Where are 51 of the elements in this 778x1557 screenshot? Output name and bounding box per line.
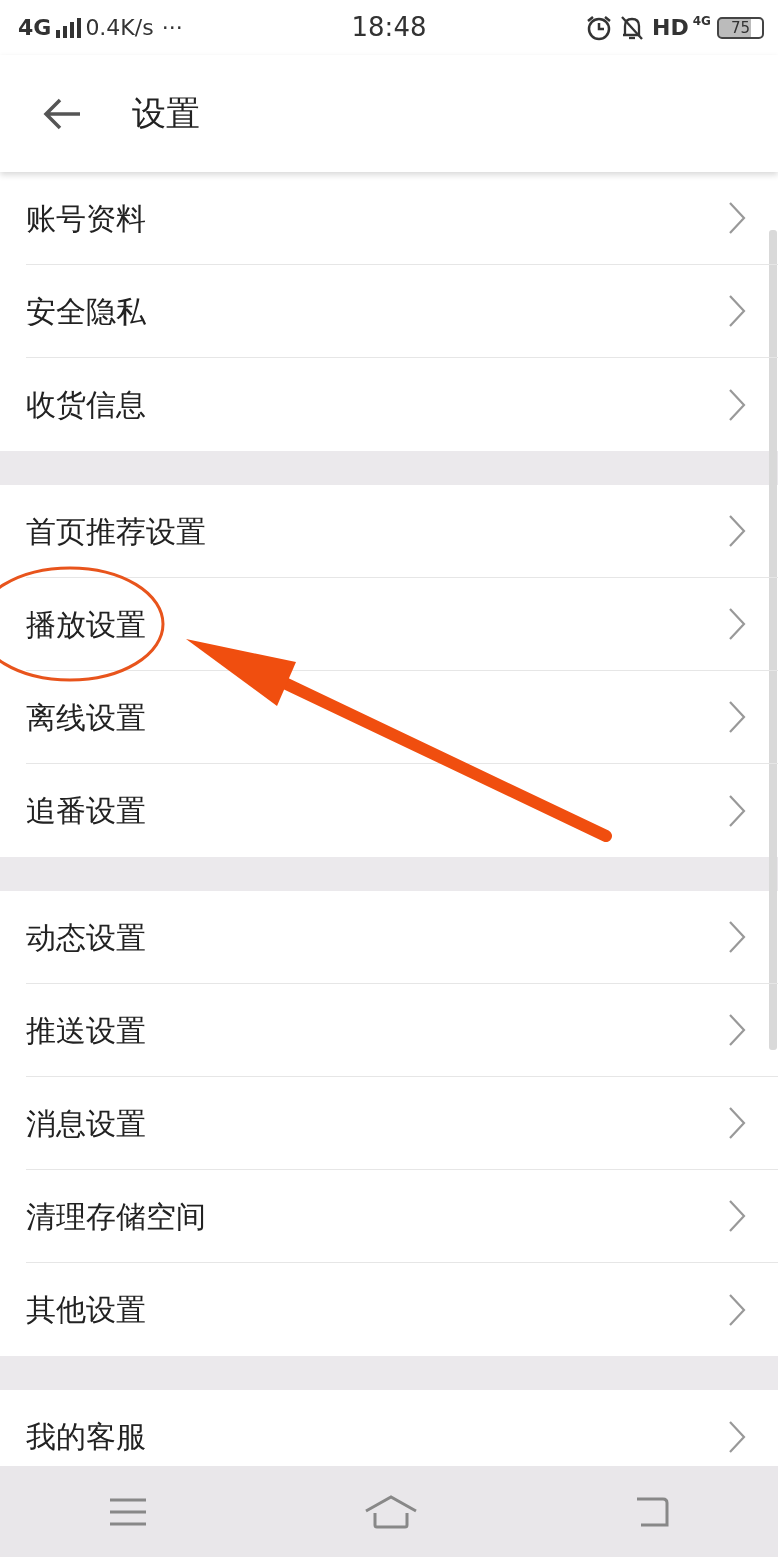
chevron-right-icon xyxy=(728,793,746,828)
settings-row[interactable]: 安全隐私 xyxy=(26,265,778,358)
settings-row[interactable]: 离线设置 xyxy=(26,671,778,764)
menu-icon[interactable] xyxy=(108,1497,147,1526)
row-label: 清理存储空间 xyxy=(26,1197,207,1236)
chevron-right-icon xyxy=(728,920,746,954)
battery-level: 75 xyxy=(716,16,764,39)
chevron-right-icon xyxy=(728,294,746,328)
alarm-icon xyxy=(586,14,612,41)
network-small-label: 4G xyxy=(692,13,711,30)
bell-off-icon xyxy=(620,14,644,41)
page-title: 设置 xyxy=(132,92,200,135)
hd-label: HD xyxy=(652,14,689,42)
chevron-right-icon xyxy=(728,700,746,734)
chevron-right-icon xyxy=(728,607,746,641)
settings-row[interactable]: 追番设置 xyxy=(26,764,778,857)
chevron-right-icon xyxy=(728,1419,746,1454)
row-label: 动态设置 xyxy=(26,918,147,957)
row-label: 离线设置 xyxy=(26,698,147,737)
chevron-right-icon xyxy=(728,387,746,422)
settings-row[interactable]: 账号资料 xyxy=(26,172,778,265)
row-label: 消息设置 xyxy=(26,1104,147,1143)
time-label: 18:48 xyxy=(351,11,427,44)
more-label: ··· xyxy=(161,14,183,42)
settings-row[interactable]: 其他设置 xyxy=(26,1263,778,1356)
chevron-right-icon xyxy=(728,1106,746,1140)
settings-row[interactable]: 动态设置 xyxy=(26,891,778,984)
row-label: 账号资料 xyxy=(26,199,147,238)
chevron-right-icon xyxy=(728,1292,746,1327)
row-label: 其他设置 xyxy=(26,1291,147,1329)
settings-row[interactable]: 消息设置 xyxy=(26,1077,778,1170)
row-label: 追番设置 xyxy=(26,792,147,830)
signal-icon xyxy=(55,16,82,39)
chevron-right-icon xyxy=(728,201,746,235)
settings-row[interactable]: 收货信息 xyxy=(26,358,778,451)
row-label: 播放设置 xyxy=(26,605,147,644)
row-label: 推送设置 xyxy=(26,1011,147,1050)
row-label: 首页推荐设置 xyxy=(26,512,207,551)
row-label: 收货信息 xyxy=(26,386,147,424)
chevron-right-icon xyxy=(728,514,746,548)
network-label: 4G xyxy=(18,14,52,42)
settings-row[interactable]: 首页推荐设置 xyxy=(26,485,778,578)
row-label: 安全隐私 xyxy=(26,292,147,331)
settings-row[interactable]: 推送设置 xyxy=(26,984,778,1077)
back-arrow-icon[interactable] xyxy=(42,97,82,130)
chevron-right-icon xyxy=(728,1013,746,1047)
home-icon[interactable] xyxy=(364,1494,418,1529)
row-label: 我的客服 xyxy=(26,1418,147,1456)
settings-row[interactable]: 清理存储空间 xyxy=(26,1170,778,1263)
speed-label: 0.4K/s xyxy=(85,14,154,42)
chevron-right-icon xyxy=(728,1199,746,1233)
